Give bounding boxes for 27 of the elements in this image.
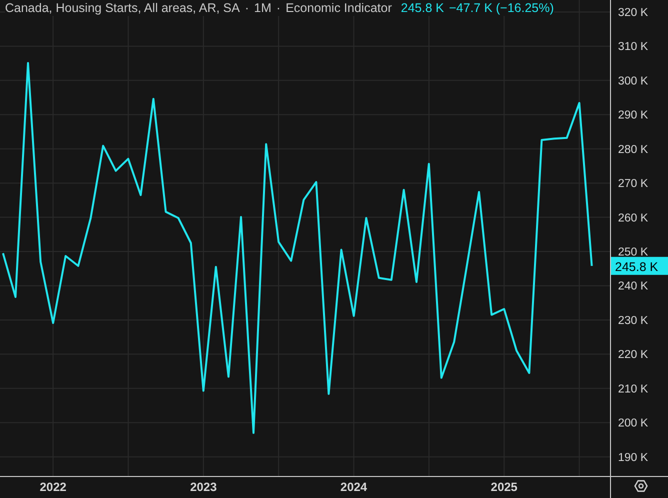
interval-label: 1M [254, 0, 272, 16]
x-axis-label: 2023 [190, 480, 217, 494]
y-axis-label: 200 K [618, 418, 648, 430]
settings-icon[interactable] [634, 480, 648, 492]
y-axis-label: 280 K [618, 144, 648, 156]
y-axis-label: 230 K [618, 314, 648, 327]
y-axis-label: 300 K [618, 75, 648, 88]
y-axis-label: 210 K [618, 383, 648, 396]
y-axis-label: 270 K [618, 178, 648, 190]
y-axis-label: 310 K [618, 41, 648, 54]
y-axis-label: 220 K [618, 349, 648, 362]
x-axis-label: 2025 [490, 480, 518, 494]
x-axis-label: 2022 [40, 480, 66, 494]
change-value: −47.7 K (−16.25%) [448, 0, 554, 16]
chart-title: Canada, Housing Starts, All areas, AR, SA [5, 0, 240, 16]
y-axis-label: 240 K [618, 280, 648, 293]
y-axis-label: 250 K [618, 246, 648, 259]
y-axis-label: 290 K [618, 110, 648, 122]
y-axis-label: 190 K [618, 452, 648, 464]
type-label: Economic Indicator [286, 0, 392, 16]
separator: · [244, 0, 250, 16]
y-axis-label: 320 K [618, 6, 648, 19]
separator: · [276, 0, 281, 16]
price-label: 245.8 K [611, 256, 668, 275]
y-axis-label: 260 K [618, 212, 648, 224]
last-value: 245.8 K [400, 0, 444, 16]
x-axis-label: 2024 [340, 480, 368, 494]
